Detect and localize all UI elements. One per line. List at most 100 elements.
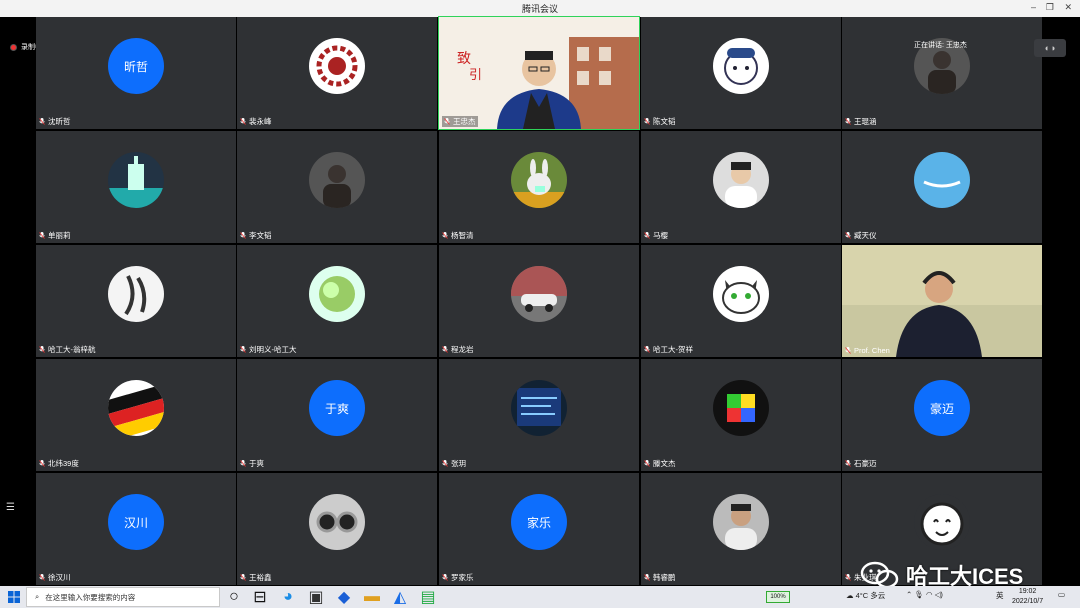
- weather-icon: ☁: [846, 591, 854, 600]
- mic-muted-icon: [39, 232, 45, 239]
- participant-name-tag: 于爽: [240, 458, 264, 469]
- avatar-initials: 豪迈: [929, 401, 954, 416]
- participant-name-tag: 罗家乐: [442, 572, 474, 583]
- avatar-image: [309, 152, 365, 208]
- participant-tile[interactable]: 豪迈石豪迈: [842, 359, 1042, 471]
- mic-muted-icon: [442, 574, 448, 581]
- participant-tile[interactable]: 滕文杰: [641, 359, 841, 471]
- participant-name-tag: 北纬39度: [39, 458, 79, 469]
- participant-tile[interactable]: 哈工大-贺祥: [641, 245, 841, 357]
- record-dot-icon: [10, 43, 17, 51]
- participant-tile[interactable]: 臧天仪: [842, 131, 1042, 243]
- participant-tile[interactable]: 王裕鑫: [237, 473, 437, 585]
- widgets-icon[interactable]: ⊟: [252, 589, 268, 606]
- layout-arrows-icon: ◐◑: [1044, 43, 1056, 53]
- participant-name-tag: 陈文韬: [644, 116, 676, 127]
- app-icon[interactable]: ▤: [420, 589, 436, 606]
- participant-tile[interactable]: 汉川 徐汉川: [36, 473, 236, 585]
- participant-name-tag: 韩睿鹏: [644, 572, 676, 583]
- avatar: 豪迈: [914, 380, 970, 436]
- participant-name: 程龙岩: [451, 345, 474, 354]
- search-placeholder: 在这里输入你要搜索的内容: [45, 592, 136, 602]
- member-list-icon[interactable]: ☰: [6, 502, 15, 513]
- participant-name-tag: 裴永峰: [240, 116, 272, 127]
- speaker-video-feed: 致 引: [439, 17, 639, 129]
- avatar-image: [309, 494, 365, 550]
- participant-name-tag: 哈工大-贺祥: [644, 344, 693, 355]
- speaking-label: 正在讲话: 王忠杰: [914, 42, 967, 49]
- avatar-image: [511, 152, 567, 208]
- participant-tile[interactable]: 李文韬: [237, 131, 437, 243]
- mic-icon: 🎙︎: [914, 590, 924, 599]
- participant-tile[interactable]: Prof. Chen: [842, 245, 1042, 357]
- avatar-image: [511, 266, 567, 322]
- participant-tile[interactable]: 家乐罗家乐: [439, 473, 639, 585]
- participant-name: 李文韬: [249, 231, 272, 240]
- speaking-indicator: 正在讲话: 王忠杰: [914, 40, 967, 50]
- folder-icon[interactable]: ▬: [364, 588, 380, 605]
- avatar-initials: 家乐: [526, 515, 551, 530]
- participant-name-tag: 李文韬: [240, 230, 272, 241]
- clock-time: 19:02: [1018, 588, 1037, 595]
- participant-name: 裴永峰: [249, 117, 272, 126]
- meeting-stage: 录制中 昕哲 沈昕哲 裴永峰 致 引 王忠杰 陈文韬 王琨涵 单丽莉 李文韬 杨智清 马樱 臧天仪…: [0, 16, 1080, 602]
- participant-tile[interactable]: 昕哲沈昕哲: [36, 17, 236, 129]
- participant-name: 沈昕哲: [48, 117, 71, 126]
- clock[interactable]: 19:02 2022/10/7: [1012, 587, 1043, 607]
- tray-icons[interactable]: ⌃ 🎙︎ ◠ ◁): [906, 590, 943, 599]
- mic-muted-icon: [644, 118, 650, 125]
- participant-name: 哈工大-翁梓航: [48, 345, 96, 354]
- mic-muted-icon: [240, 232, 246, 239]
- mic-muted-icon: [39, 346, 45, 353]
- avatar-image: [108, 152, 164, 208]
- participant-name-tag: 滕文杰: [644, 458, 676, 469]
- participant-tile[interactable]: 北纬39度: [36, 359, 236, 471]
- participant-name-tag: 杨智清: [442, 230, 474, 241]
- participant-tile[interactable]: 于爽 于爽: [237, 359, 437, 471]
- close-button[interactable]: ✕: [1064, 2, 1072, 13]
- tencent-meeting-icon[interactable]: ◭: [392, 589, 408, 606]
- participant-name: 单丽莉: [48, 231, 71, 240]
- participant-tile[interactable]: 刘明义-哈工大: [237, 245, 437, 357]
- mic-muted-icon: [644, 574, 650, 581]
- participant-video-feed: [842, 245, 1042, 357]
- participant-tile[interactable]: 哈工大-翁梓航: [36, 245, 236, 357]
- windows-start-icon[interactable]: [8, 591, 20, 603]
- edge-icon[interactable]: ◕: [280, 588, 296, 605]
- participant-tile[interactable]: 杨智清: [439, 131, 639, 243]
- notification-icon[interactable]: ▭: [1058, 590, 1065, 599]
- weather-label: 4°C 多云: [855, 591, 886, 600]
- taskbar-search-box[interactable]: ⌕ 在这里输入你要搜索的内容: [26, 587, 220, 607]
- participant-tile[interactable]: 程龙岩: [439, 245, 639, 357]
- mic-muted-icon: [444, 118, 450, 125]
- participant-tile[interactable]: 张玥: [439, 359, 639, 471]
- participant-tile[interactable]: 王琨涵: [842, 17, 1042, 129]
- participant-name: 韩睿鹏: [653, 573, 676, 582]
- mic-muted-icon: [845, 232, 851, 239]
- battery-indicator[interactable]: 100%: [766, 591, 790, 603]
- participant-name: 石豪迈: [854, 459, 877, 468]
- shield-app-icon[interactable]: ◆: [336, 589, 352, 606]
- store-icon[interactable]: ▣: [308, 589, 324, 606]
- participant-tile[interactable]: 马樱: [641, 131, 841, 243]
- participant-tile[interactable]: 单丽莉: [36, 131, 236, 243]
- mic-muted-icon: [442, 232, 448, 239]
- participant-tile[interactable]: 韩睿鹏: [641, 473, 841, 585]
- task-view-icon[interactable]: ○: [226, 588, 242, 605]
- input-method-indicator[interactable]: 英: [996, 590, 1004, 601]
- mic-muted-icon: [39, 460, 45, 467]
- maximize-button[interactable]: ❐: [1046, 2, 1054, 13]
- participant-tile[interactable]: 致 引 王忠杰: [438, 16, 640, 130]
- participant-tile[interactable]: 陈文韬: [641, 17, 841, 129]
- mic-muted-icon: [845, 574, 851, 581]
- minimize-button[interactable]: –: [1031, 2, 1036, 12]
- participant-name: 王裕鑫: [249, 573, 272, 582]
- participant-tile[interactable]: 裴永峰: [237, 17, 437, 129]
- participant-name-tag: 程龙岩: [442, 344, 474, 355]
- mic-muted-icon: [644, 460, 650, 467]
- mic-muted-icon: [845, 460, 851, 467]
- weather-widget[interactable]: ☁ 4°C 多云: [846, 590, 885, 601]
- avatar: 昕哲: [108, 38, 164, 94]
- chevron-up-icon: ⌃: [906, 590, 913, 599]
- view-toggle-button[interactable]: ◐◑: [1034, 39, 1066, 57]
